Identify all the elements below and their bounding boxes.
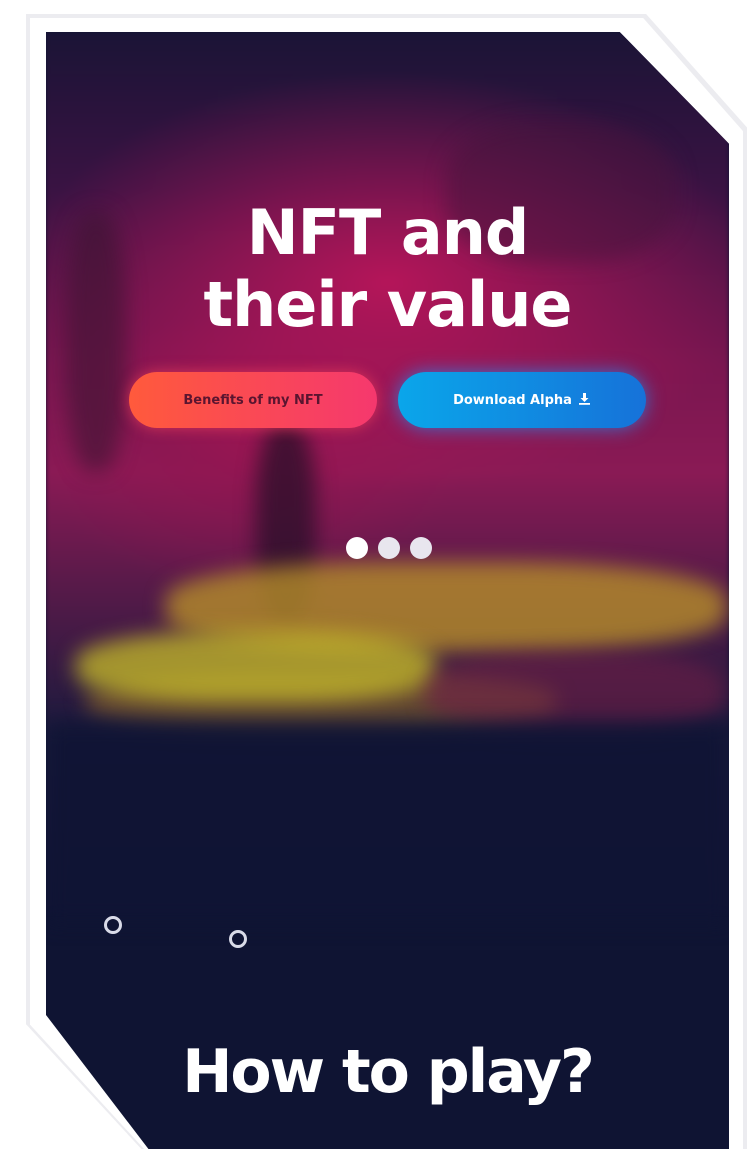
hero-title: NFT and their value bbox=[46, 197, 729, 341]
page-screen: NFT and their value Benefits of my NFT D… bbox=[46, 32, 729, 1149]
hero-title-line: NFT and bbox=[246, 196, 529, 269]
hero-bg-shape bbox=[76, 632, 436, 702]
carousel-dot[interactable] bbox=[346, 537, 368, 559]
download-icon bbox=[578, 392, 591, 408]
section-title: How to play? bbox=[182, 1037, 595, 1107]
benefits-button-label: Benefits of my NFT bbox=[183, 392, 323, 408]
benefits-button[interactable]: Benefits of my NFT bbox=[129, 372, 377, 428]
decorative-ring-icon bbox=[229, 930, 247, 948]
decorative-ring-icon bbox=[104, 916, 122, 934]
hero-title-line: their value bbox=[203, 268, 573, 341]
download-button-label: Download Alpha bbox=[453, 392, 572, 408]
carousel-dot[interactable] bbox=[378, 537, 400, 559]
carousel-dots bbox=[346, 537, 432, 559]
hero-bg-fade bbox=[46, 722, 729, 922]
carousel-dot[interactable] bbox=[410, 537, 432, 559]
hero-bg-shape bbox=[426, 652, 726, 732]
download-alpha-button[interactable]: Download Alpha bbox=[398, 372, 646, 428]
